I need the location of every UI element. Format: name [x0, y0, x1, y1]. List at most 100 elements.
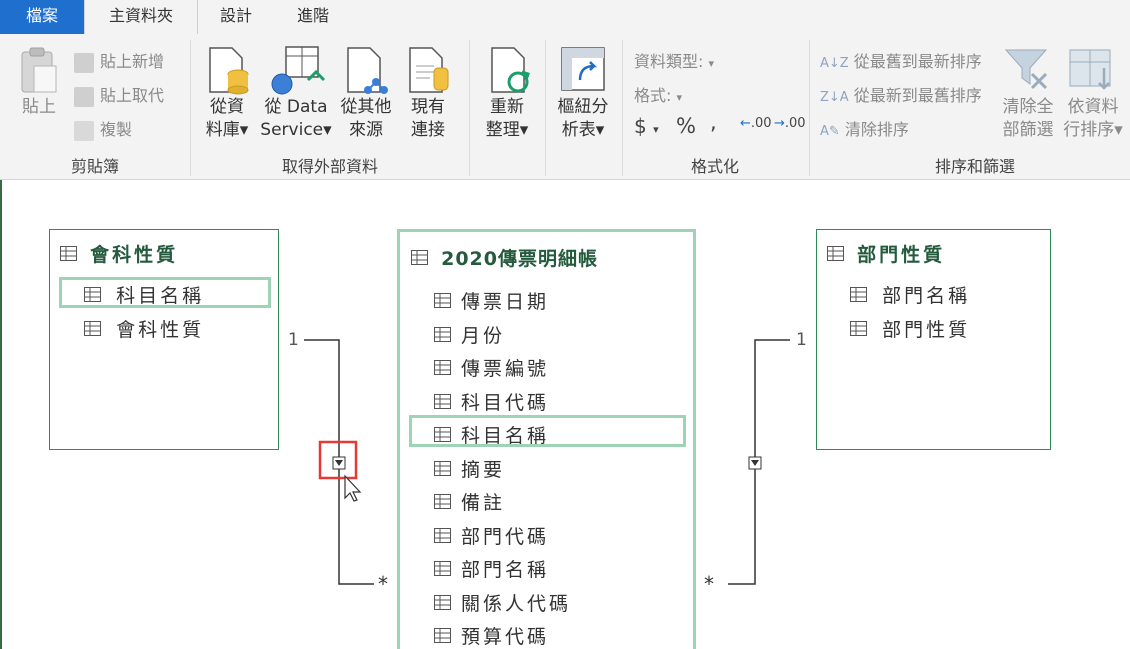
- column-name: 預算代碼: [461, 626, 550, 648]
- sort-by-column-label-1: 依資料: [1067, 97, 1119, 117]
- increase-decimal-button[interactable]: ←.00: [740, 116, 772, 131]
- table-title: 部門性質: [857, 244, 946, 266]
- column-name: 月份: [461, 324, 506, 347]
- clear-all-label-1: 清除全: [1002, 97, 1054, 117]
- sort-by-column-label-2: 行排序: [1063, 120, 1115, 140]
- column-icon: [434, 427, 451, 442]
- table-card-accounting-nature[interactable]: 會科性質 科目名稱 會科性質: [49, 229, 279, 450]
- existing-connections-button[interactable]: 現有 連接: [400, 44, 456, 144]
- sort-ascending-button[interactable]: A↓Z 從最舊到最新排序: [820, 48, 982, 72]
- column-row[interactable]: 傳票編號: [434, 354, 549, 381]
- paste-replace-button[interactable]: 貼上取代: [74, 82, 164, 107]
- sort-by-column-button[interactable]: 依資料 行排序▾: [1060, 44, 1126, 144]
- sort-descending-label: 從最新到最舊排序: [853, 86, 982, 105]
- from-other-sources-button[interactable]: 從其他 來源: [336, 44, 396, 144]
- clear-sort-label: 清除排序: [844, 120, 909, 139]
- from-service-label-2: Service: [260, 120, 324, 140]
- database-icon: [209, 47, 249, 95]
- table-icon: [411, 250, 428, 265]
- copy-icon: [74, 120, 94, 141]
- data-type-dropdown[interactable]: 資料類型: ▾: [634, 48, 714, 72]
- relation-many-right: *: [704, 572, 714, 596]
- copy-button[interactable]: 複製: [74, 116, 132, 141]
- column-row[interactable]: 科目名稱: [84, 281, 204, 308]
- column-icon: [434, 293, 451, 308]
- pivot-table-icon: [561, 47, 605, 91]
- column-row[interactable]: 科目代碼: [434, 388, 549, 415]
- from-database-button[interactable]: 從資 料庫▾: [198, 44, 256, 144]
- column-name: 部門名稱: [882, 285, 971, 307]
- table-icon: [827, 246, 844, 261]
- column-name: 部門性質: [882, 319, 971, 341]
- column-name: 部門名稱: [461, 559, 550, 581]
- comma-button[interactable]: ,: [710, 110, 717, 134]
- column-row[interactable]: 部門名稱: [850, 281, 970, 308]
- column-name: 科目代碼: [461, 391, 550, 414]
- column-icon: [84, 287, 101, 302]
- group-divider: [622, 40, 623, 176]
- refresh-button[interactable]: 重新 整理▾: [478, 44, 536, 144]
- group-divider: [469, 40, 470, 176]
- column-row[interactable]: 科目名稱: [434, 421, 549, 448]
- external-data-group-label: 取得外部資料: [281, 157, 378, 176]
- mouse-pointer-icon: [344, 474, 362, 502]
- from-data-service-button[interactable]: 從 Data Service▾: [258, 44, 334, 144]
- ribbon-tab-bar: 檔案 主資料夾 設計 進階: [0, 0, 1130, 34]
- sort-descending-icon: Z↓A: [820, 90, 849, 105]
- tab-design[interactable]: 設計: [197, 0, 275, 34]
- paste-replace-label: 貼上取代: [100, 86, 165, 105]
- column-row[interactable]: 傳票日期: [434, 287, 549, 314]
- from-database-label-1: 從資: [210, 97, 244, 117]
- clear-all-filters-button[interactable]: 清除全 部篩選: [1000, 44, 1056, 144]
- table-icon: [60, 246, 77, 261]
- table-title: 會科性質: [90, 244, 179, 266]
- currency-button[interactable]: $ ▾: [634, 114, 659, 138]
- pivot-label-2: 析表: [561, 120, 596, 140]
- column-row[interactable]: 部門性質: [850, 315, 970, 342]
- tab-advanced[interactable]: 進階: [275, 0, 351, 34]
- clipboard-group-label: 剪貼簿: [70, 157, 119, 176]
- pivot-table-button[interactable]: 樞紐分 析表▾: [552, 44, 614, 144]
- format-label: 格式:: [634, 86, 672, 105]
- column-row[interactable]: 部門代碼: [434, 522, 549, 549]
- table-card-department-nature[interactable]: 部門性質 部門名稱 部門性質: [816, 229, 1051, 450]
- column-icon: [434, 360, 451, 375]
- percent-button[interactable]: %: [676, 114, 696, 138]
- pivot-label-1: 樞紐分: [557, 97, 609, 117]
- column-name: 摘要: [461, 458, 506, 481]
- clear-filter-icon: [1004, 49, 1048, 90]
- column-row[interactable]: 關係人代碼: [434, 589, 571, 616]
- column-row[interactable]: 備註: [434, 488, 505, 515]
- column-icon: [434, 393, 451, 409]
- column-row[interactable]: 會科性質: [84, 315, 204, 342]
- increase-decimal-label: .00: [750, 116, 772, 131]
- sort-ascending-icon: A↓Z: [820, 56, 849, 71]
- table-title: 2020傳票明細帳: [441, 248, 598, 270]
- decrease-decimal-label: .00: [784, 116, 806, 131]
- table-card-voucher-ledger[interactable]: 2020傳票明細帳 傳票日期月份傳票編號科目代碼科目名稱摘要備註部門代碼部門名稱…: [397, 229, 696, 649]
- from-other-label-2: 來源: [349, 120, 383, 140]
- paste-button[interactable]: 貼上: [16, 44, 62, 144]
- column-icon: [434, 460, 451, 476]
- formatting-group-label: 格式化: [690, 157, 739, 176]
- column-row[interactable]: 預算代碼: [434, 622, 549, 649]
- column-row[interactable]: 月份: [434, 321, 505, 348]
- sort-filter-group-label: 排序和篩選: [934, 157, 1015, 176]
- table-title-row: 部門性質: [827, 240, 945, 267]
- tab-home[interactable]: 主資料夾: [84, 0, 198, 34]
- sort-descending-button[interactable]: Z↓A 從最新到最舊排序: [820, 82, 982, 106]
- paste-label: 貼上: [22, 97, 56, 117]
- clear-sort-button[interactable]: A✎ 清除排序: [820, 116, 909, 140]
- sort-by-column-icon: [1069, 49, 1111, 90]
- decrease-decimal-button[interactable]: →.00: [774, 116, 806, 131]
- column-icon: [434, 494, 451, 509]
- column-name: 關係人代碼: [461, 592, 572, 615]
- tab-file[interactable]: 檔案: [0, 0, 84, 34]
- column-row[interactable]: 部門名稱: [434, 555, 549, 582]
- data-service-icon: [271, 46, 326, 95]
- column-icon: [434, 594, 451, 610]
- relation-one-left: 1: [288, 330, 299, 350]
- column-row[interactable]: 摘要: [434, 455, 505, 482]
- paste-append-button[interactable]: 貼上新增: [74, 48, 164, 73]
- format-dropdown[interactable]: 格式: ▾: [634, 82, 682, 106]
